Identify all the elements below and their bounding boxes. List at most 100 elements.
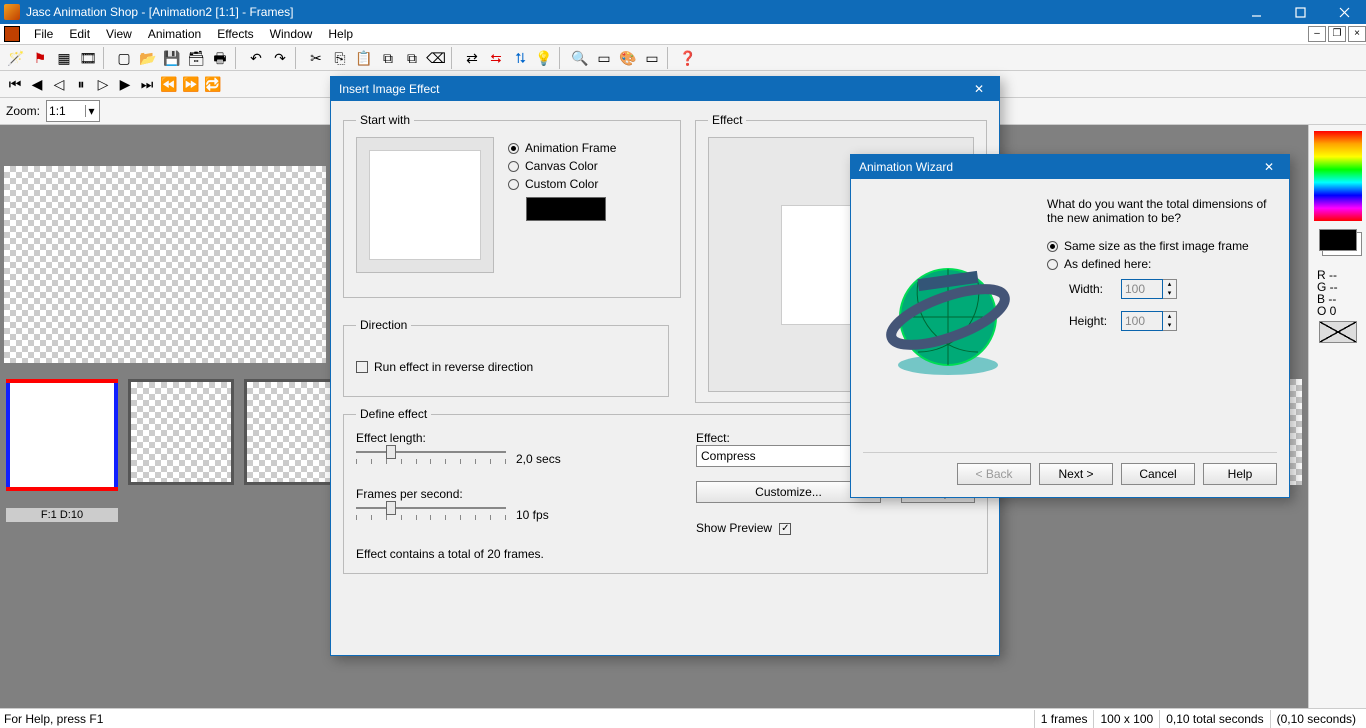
menu-help[interactable]: Help [320, 24, 361, 44]
menubar: File Edit View Animation Effects Window … [0, 24, 1366, 45]
undo-icon[interactable]: ↶ [245, 47, 267, 69]
status-size: 100 x 100 [1093, 710, 1159, 728]
step-fwd-icon[interactable]: ⏩ [180, 73, 202, 95]
first-frame-icon[interactable]: ⏮ [4, 73, 26, 95]
height-input[interactable]: ▴▾ [1121, 311, 1177, 331]
open-icon[interactable]: 📂 [137, 47, 159, 69]
wizard-title: Animation Wizard [859, 160, 1257, 174]
width-input[interactable]: ▴▾ [1121, 279, 1177, 299]
copy-icon[interactable]: ⎘ [329, 47, 351, 69]
status-seconds: (0,10 seconds) [1270, 710, 1362, 728]
wizard-close-icon[interactable]: ✕ [1257, 160, 1281, 174]
toggle1-icon[interactable]: ⇄ [461, 47, 483, 69]
cancel-button[interactable]: Cancel [1121, 463, 1195, 485]
effect-summary: Effect contains a total of 20 frames. [356, 547, 656, 561]
wizard-help-button[interactable]: Help [1203, 463, 1277, 485]
wizard-icon[interactable]: 🪄 [5, 47, 27, 69]
menu-effects[interactable]: Effects [209, 24, 261, 44]
direction-legend: Direction [356, 318, 411, 332]
no-color-swatch[interactable] [1319, 321, 1357, 343]
status-frames: 1 frames [1034, 710, 1094, 728]
effect-length-label: Effect length: [356, 431, 656, 445]
palette-icon[interactable]: 🎨 [617, 47, 639, 69]
dialog-titlebar[interactable]: Insert Image Effect ✕ [331, 77, 999, 101]
close-button[interactable] [1322, 0, 1366, 24]
radio-custom-color[interactable]: Custom Color [508, 177, 616, 191]
fg-color-swatch[interactable] [1319, 229, 1357, 251]
mirror-icon[interactable]: ⮀ [485, 47, 507, 69]
frames-icon[interactable]: ▦ [53, 47, 75, 69]
saveall-icon[interactable]: 🗃 [185, 47, 207, 69]
step-back-icon[interactable]: ⏪ [158, 73, 180, 95]
doc-icon [4, 26, 20, 42]
zoom-value: 1:1 [49, 104, 66, 118]
frame-1-label: F:1 D:10 [6, 508, 118, 522]
fps-label: Frames per second: [356, 487, 656, 501]
dialog-close-icon[interactable]: ✕ [967, 82, 991, 96]
paste-into-icon[interactable]: ⧉ [377, 47, 399, 69]
new-icon[interactable]: ▢ [113, 47, 135, 69]
fps-slider[interactable] [356, 501, 506, 529]
prop1-icon[interactable]: ▭ [593, 47, 615, 69]
radio-canvas-color[interactable]: Canvas Color [508, 159, 616, 173]
radio-same-size[interactable]: Same size as the first image frame [1047, 239, 1277, 253]
zoom-select[interactable]: 1:1 ▾ [46, 100, 100, 122]
menu-edit[interactable]: Edit [61, 24, 98, 44]
mdi-restore[interactable]: ❐ [1328, 26, 1346, 42]
frame-slot-2[interactable] [128, 379, 234, 485]
width-label: Width: [1069, 282, 1113, 296]
prop2-icon[interactable]: ▭ [641, 47, 663, 69]
app-icon [4, 4, 20, 20]
flip-icon[interactable]: ⮁ [509, 47, 531, 69]
paste-icon[interactable]: 📋 [353, 47, 375, 69]
play-icon[interactable]: ▷ [92, 73, 114, 95]
prev-frame-icon[interactable]: ◀ [26, 73, 48, 95]
menu-window[interactable]: Window [262, 24, 321, 44]
wizard-graphic [863, 191, 1033, 442]
next-frame-icon[interactable]: ▶ [114, 73, 136, 95]
effect-length-value: 2,0 secs [516, 452, 561, 466]
next-button[interactable]: Next > [1039, 463, 1113, 485]
help-icon[interactable]: ❓ [677, 47, 699, 69]
custom-color-swatch[interactable] [526, 197, 606, 221]
effect-preview-legend: Effect [708, 113, 746, 127]
wizard-titlebar[interactable]: Animation Wizard ✕ [851, 155, 1289, 179]
play-back-icon[interactable]: ◁ [48, 73, 70, 95]
show-preview-checkbox[interactable] [779, 523, 791, 535]
redo-icon[interactable]: ↷ [269, 47, 291, 69]
height-label: Height: [1069, 314, 1113, 328]
show-preview-label: Show Preview [696, 521, 772, 535]
color-panel: R -- G -- B -- O 0 [1308, 125, 1366, 708]
frame-1[interactable] [6, 379, 118, 491]
delete-icon[interactable]: ⌫ [425, 47, 447, 69]
wizard-question: What do you want the total dimensions of… [1047, 197, 1277, 225]
save-icon[interactable]: 💾 [161, 47, 183, 69]
menu-animation[interactable]: Animation [140, 24, 209, 44]
menu-view[interactable]: View [98, 24, 140, 44]
reverse-checkbox[interactable]: Run effect in reverse direction [356, 360, 656, 374]
start-preview [356, 137, 494, 273]
paste-after-icon[interactable]: ⧉ [401, 47, 423, 69]
zoom-tool-icon[interactable]: 🔍 [569, 47, 591, 69]
loop-icon[interactable]: 🔁 [202, 73, 224, 95]
print-icon[interactable]: 🖶 [209, 47, 231, 69]
pause-icon[interactable]: ⏸ [70, 73, 92, 95]
last-frame-icon[interactable]: ⏭ [136, 73, 158, 95]
bulb-icon[interactable]: 💡 [533, 47, 555, 69]
mdi-close[interactable]: × [1348, 26, 1366, 42]
flag-icon[interactable]: ⚑ [29, 47, 51, 69]
minimize-button[interactable] [1234, 0, 1278, 24]
mdi-minimize[interactable]: – [1308, 26, 1326, 42]
cut-icon[interactable]: ✂ [305, 47, 327, 69]
color-spectrum[interactable] [1314, 131, 1362, 221]
film-icon[interactable]: 🎞 [77, 47, 99, 69]
start-with-legend: Start with [356, 113, 414, 127]
animation-wizard-dialog: Animation Wizard ✕ What do you want the … [850, 154, 1290, 498]
menu-file[interactable]: File [26, 24, 61, 44]
maximize-button[interactable] [1278, 0, 1322, 24]
radio-defined-here[interactable]: As defined here: [1047, 257, 1277, 271]
zoom-label: Zoom: [6, 104, 40, 118]
canvas-checker[interactable] [4, 166, 326, 363]
radio-animation-frame[interactable]: Animation Frame [508, 141, 616, 155]
effect-length-slider[interactable] [356, 445, 506, 473]
